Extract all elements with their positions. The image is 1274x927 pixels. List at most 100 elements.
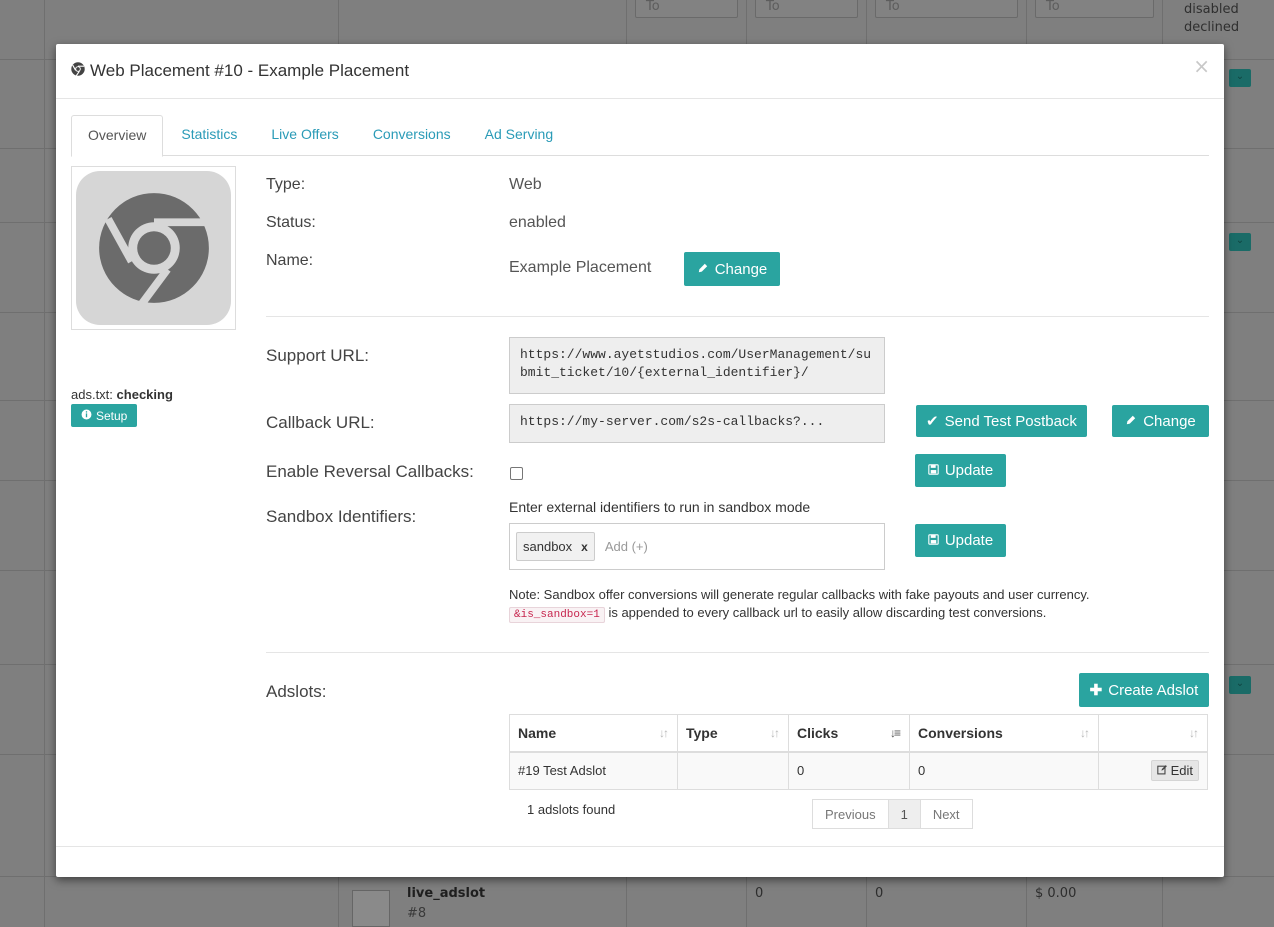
adstxt-label: ads.txt: [71, 387, 113, 402]
pagination: Previous 1 Next [812, 799, 973, 829]
adslot-clicks-cell: 0 [788, 751, 910, 790]
placement-modal: Web Placement #10 - Example Placement × … [56, 44, 1224, 877]
bg-status-option: declined [1184, 20, 1240, 35]
sort-desc-icon: ↓≡ [889, 726, 901, 740]
adslots-label: Adslots: [266, 682, 327, 701]
bg-row-value: $ 0.00 [1035, 886, 1077, 901]
pagination-previous[interactable]: Previous [812, 799, 889, 829]
adslots-table: Name ↓↑ Type ↓↑ Clicks ↓≡ Conversions ↓↑ ↓↑ … [509, 714, 1208, 790]
adslot-type-cell [677, 751, 789, 790]
adstxt-status: ads.txt: checking [71, 387, 173, 402]
column-header-type[interactable]: Type ↓↑ [677, 714, 789, 753]
adslot-name-cell: #19 Test Adslot [509, 751, 678, 790]
bg-status-option: disabled [1184, 2, 1239, 17]
column-header-name[interactable]: Name ↓↑ [509, 714, 678, 753]
placement-logo [71, 166, 236, 330]
change-name-button[interactable]: Change [684, 252, 780, 286]
bg-row-id: #8 [407, 906, 427, 921]
bg-row-value: 0 [875, 886, 884, 901]
change-callback-button[interactable]: Change [1112, 405, 1209, 437]
info-icon [81, 409, 92, 423]
sandbox-tag: sandbox x [516, 532, 595, 561]
edit-icon [1156, 763, 1168, 778]
tab-statistics[interactable]: Statistics [165, 115, 253, 156]
adstxt-value: checking [116, 387, 173, 402]
column-header-conversions[interactable]: Conversions ↓↑ [909, 714, 1099, 753]
section-divider [266, 652, 1209, 653]
bg-chevron-down-icon: ⌄ [1229, 676, 1251, 694]
support-url-field[interactable]: https://www.ayetstudios.com/UserManageme… [509, 337, 885, 394]
sort-icon: ↓↑ [770, 726, 780, 740]
create-adslot-button[interactable]: ✚ Create Adslot [1079, 673, 1209, 707]
update-reversal-label: Update [944, 462, 994, 479]
sort-icon: ↓↑ [659, 726, 669, 740]
remove-tag-icon[interactable]: x [581, 540, 588, 554]
sandbox-note-line2-text: is appended to every callback url to eas… [608, 605, 1047, 620]
bg-chevron-down-icon: ⌄ [1229, 233, 1251, 251]
name-label: Name: [266, 252, 314, 269]
tab-ad-serving[interactable]: Ad Serving [469, 115, 569, 156]
tab-overview[interactable]: Overview [71, 115, 164, 157]
type-label: Type: [266, 176, 306, 193]
tab-bar: Overview Statistics Live Offers Conversi… [71, 115, 1209, 157]
chrome-icon [76, 171, 231, 325]
adslot-actions-cell: Edit [1098, 751, 1208, 790]
tab-live-offers[interactable]: Live Offers [255, 115, 354, 156]
edit-adslot-label: Edit [1170, 763, 1193, 779]
create-adslot-label: Create Adslot [1108, 681, 1199, 699]
section-divider [266, 316, 1209, 317]
pagination-next[interactable]: Next [919, 799, 973, 829]
update-reversal-button[interactable]: Update [915, 454, 1006, 487]
name-value: Example Placement [509, 259, 652, 276]
modal-title-text: Web Placement #10 - Example Placement [90, 61, 410, 80]
sort-icon: ↓↑ [1189, 726, 1199, 740]
tab-conversions[interactable]: Conversions [357, 115, 467, 156]
change-callback-label: Change [1143, 412, 1196, 430]
bg-column-divider [44, 0, 45, 927]
column-header-clicks[interactable]: Clicks ↓≡ [788, 714, 910, 753]
update-sandbox-label: Update [944, 532, 994, 549]
close-icon[interactable]: × [1193, 54, 1210, 78]
callback-url-field[interactable]: https://my-server.com/s2s-callbacks?... [509, 404, 885, 443]
support-url-label: Support URL: [266, 346, 369, 365]
adslots-count: 1 adslots found [527, 802, 616, 817]
callback-url-label: Callback URL: [266, 413, 375, 432]
setup-button[interactable]: Setup [71, 404, 138, 427]
sandbox-tags-input[interactable]: sandbox x Add (+) [509, 523, 885, 570]
table-row: #19 Test Adslot 0 0 Edit [509, 751, 1208, 790]
send-test-postback-label: Send Test Postback [944, 412, 1077, 430]
sandbox-param-code: &is_sandbox=1 [509, 607, 605, 623]
add-tag-input[interactable]: Add (+) [605, 539, 648, 554]
sort-icon: ↓↑ [1080, 726, 1090, 740]
sandbox-note-line2: &is_sandbox=1 is appended to every callb… [509, 604, 1090, 624]
reversal-callbacks-label: Enable Reversal Callbacks: [266, 462, 474, 481]
bg-row-name: live_adslot [407, 886, 486, 901]
send-test-postback-button[interactable]: ✔ Send Test Postback [916, 405, 1087, 437]
reversal-callbacks-checkbox[interactable] [510, 467, 523, 480]
sandbox-identifiers-label: Sandbox Identifiers: [266, 507, 417, 526]
adslot-conversions-cell: 0 [909, 751, 1099, 790]
sandbox-hint: Enter external identifiers to run in san… [509, 499, 811, 515]
update-sandbox-button[interactable]: Update [915, 524, 1006, 557]
column-header-actions[interactable]: ↓↑ [1098, 714, 1208, 753]
modal-header: Web Placement #10 - Example Placement × [56, 44, 1224, 99]
column-header-label: Clicks [797, 724, 839, 741]
column-header-label: Conversions [918, 724, 1003, 741]
status-label: Status: [266, 214, 316, 231]
save-icon [928, 532, 939, 549]
edit-adslot-button[interactable]: Edit [1150, 760, 1199, 782]
bg-chevron-down-icon: ⌄ [1229, 69, 1251, 87]
plus-icon: ✚ [1089, 682, 1103, 699]
bg-filter-input: To [635, 0, 738, 18]
sandbox-note-line1: Note: Sandbox offer conversions will gen… [509, 587, 1090, 602]
setup-button-label: Setup [96, 408, 128, 423]
pencil-icon [697, 261, 709, 278]
bg-filter-input: To [875, 0, 1018, 18]
bg-adslot-thumbnail [352, 890, 390, 927]
bg-filter-input: To [1035, 0, 1154, 18]
chrome-icon [71, 61, 85, 81]
save-icon [928, 462, 939, 479]
sandbox-tag-label: sandbox [523, 539, 573, 554]
status-value: enabled [509, 214, 566, 231]
pagination-page[interactable]: 1 [887, 799, 921, 829]
